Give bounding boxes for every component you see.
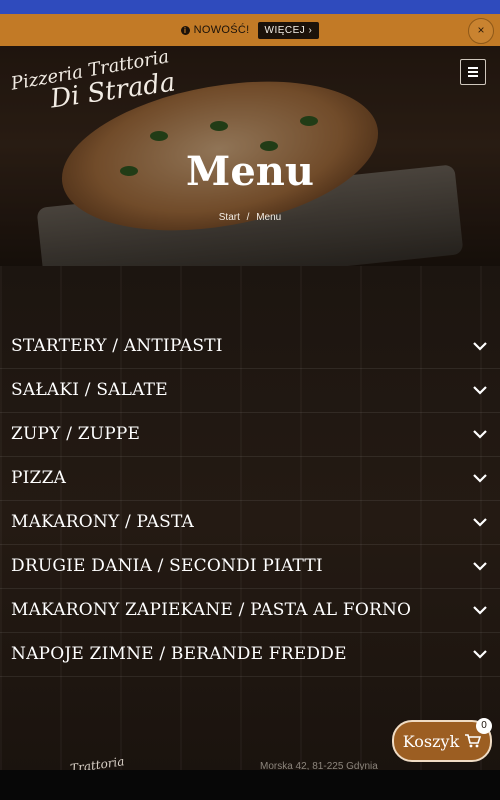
announcement-bar: i NOWOŚĆ! WIĘCEJ › × — [0, 14, 500, 46]
menu-category-label: MAKARONY / PASTA — [11, 512, 195, 532]
chevron-down-icon — [473, 386, 487, 395]
info-icon: i — [180, 25, 190, 35]
menu-category-napoje[interactable]: NAPOJE ZIMNE / BERANDE FREDDE — [0, 632, 500, 677]
close-icon[interactable]: × — [468, 18, 494, 44]
menu-category-label: PIZZA — [11, 468, 67, 488]
top-accent-bar — [0, 0, 500, 14]
menu-category-label: ZUPY / ZUPPE — [11, 424, 141, 444]
chevron-down-icon — [473, 562, 487, 571]
cart-count-badge: 0 — [476, 718, 492, 734]
chevron-down-icon — [473, 518, 487, 527]
menu-category-drugie-dania[interactable]: DRUGIE DANIA / SECONDI PIATTI — [0, 544, 500, 589]
page-title: Menu — [186, 148, 314, 195]
more-button[interactable]: WIĘCEJ › — [257, 21, 320, 39]
menu-category-label: MAKARONY ZAPIEKANE / PASTA AL FORNO — [11, 600, 412, 620]
menu-category-zupy[interactable]: ZUPY / ZUPPE — [0, 412, 500, 457]
chevron-down-icon — [473, 606, 487, 615]
menu-category-label: SAŁAKI / SALATE — [11, 380, 168, 400]
breadcrumb-separator: / — [246, 212, 250, 223]
cart-icon — [465, 734, 482, 748]
cart-label: Koszyk — [402, 731, 460, 751]
chevron-down-icon — [473, 474, 487, 483]
announcement-info: i NOWOŚĆ! — [180, 24, 250, 36]
menu-category-makarony-zapiekane[interactable]: MAKARONY ZAPIEKANE / PASTA AL FORNO — [0, 588, 500, 633]
breadcrumb: Start / Menu — [0, 212, 500, 223]
announcement-label: NOWOŚĆ! — [193, 24, 250, 36]
chevron-down-icon — [473, 430, 487, 439]
bottom-bar — [0, 770, 500, 800]
menu-category-label: DRUGIE DANIA / SECONDI PIATTI — [11, 556, 323, 576]
menu-category-startery[interactable]: STARTERY / ANTIPASTI — [0, 324, 500, 369]
menu-category-makarony[interactable]: MAKARONY / PASTA — [0, 500, 500, 545]
cart-button[interactable]: Koszyk 0 — [392, 718, 492, 762]
hero-banner: Pizzeria Trattoria Di Strada Menu Start … — [0, 46, 500, 266]
breadcrumb-current: Menu — [256, 212, 282, 223]
menu-category-salaki[interactable]: SAŁAKI / SALATE — [0, 368, 500, 413]
chevron-down-icon — [473, 650, 487, 659]
menu-toggle-icon[interactable] — [460, 59, 486, 85]
site-logo[interactable]: Pizzeria Trattoria Di Strada — [8, 46, 178, 114]
menu-category-pizza[interactable]: PIZZA — [0, 456, 500, 501]
chevron-down-icon — [473, 342, 487, 351]
breadcrumb-start[interactable]: Start — [219, 212, 240, 223]
menu-category-label: NAPOJE ZIMNE / BERANDE FREDDE — [11, 644, 347, 664]
menu-category-label: STARTERY / ANTIPASTI — [11, 336, 223, 356]
